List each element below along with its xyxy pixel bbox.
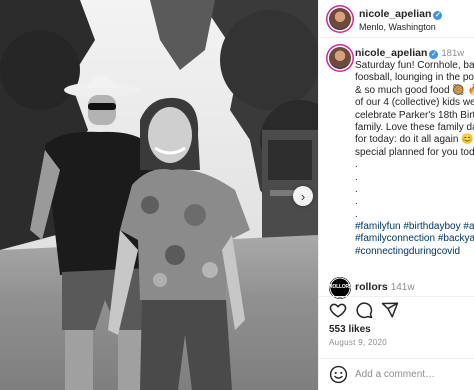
add-comment-bar [319,358,474,389]
caption-line: Saturday fun! Cornhole, badm [355,60,474,71]
caption-line: foosball, lounging in the pool [355,72,474,84]
caption-line: of our 4 (collective) kids were [355,97,474,109]
caption-age[interactable]: 181w [441,48,464,59]
hashtag-line[interactable]: #familyfun #birthdayboy #alc [355,221,474,233]
verified-badge-icon: ✓ [433,11,443,20]
caption-avatar[interactable] [329,47,351,69]
hashtag-line[interactable]: #connectingduringcovid [355,246,474,258]
commenter-avatar-text: ROLLORS [329,284,351,290]
next-photo-button[interactable]: › [293,186,313,206]
post-photo[interactable]: › [0,0,318,390]
author-avatar[interactable] [329,8,351,30]
caption-area: nicole_apelian ✓ 181w Saturday fun! Cornho… [319,39,474,271]
comment-text: rollors 141w [355,281,415,293]
caption-dot: . [355,171,358,183]
caption-line: family. Love these family days [355,121,474,133]
caption-line: special planned for you today [355,146,474,158]
caption-dot: . [355,196,358,208]
caption-dot: . [355,183,358,195]
post-header: nicole_apelian ✓ Menlo, Washington [319,0,474,38]
hashtag-line[interactable]: #familyconnection #backyard [355,233,474,245]
caption-line: for today: do it all again 😊 . A [355,134,474,146]
post-location[interactable]: Menlo, Washington [359,22,436,32]
post-sidebar: nicole_apelian ✓ Menlo, Washington nicole… [318,0,474,390]
caption-dot: . [355,208,358,220]
like-count[interactable]: 553 likes [329,324,371,335]
comment-icon[interactable] [355,301,373,319]
share-icon[interactable] [381,301,399,319]
verified-badge-icon: ✓ [429,50,439,59]
caption-username[interactable]: nicole_apelian [355,47,427,59]
comment-row: ROLLORS rollors 141w [319,274,474,299]
post-actions: 553 likes August 9, 2020 [319,296,474,388]
author-username-row: nicole_apelian ✓ [359,8,443,20]
post-photo-image [0,0,318,390]
caption-dot: . [355,159,358,171]
caption-text: Saturday fun! Cornhole, badm foosball, l… [355,60,474,258]
author-username[interactable]: nicole_apelian [359,8,431,20]
caption-line: celebrate Parker's 18th Birthd [355,109,474,121]
post-date[interactable]: August 9, 2020 [329,338,387,347]
caption-line: & so much good food 🥘 🔥 [355,84,474,96]
add-comment-input[interactable] [355,367,471,382]
comment-age[interactable]: 141w [391,282,415,293]
caption-header: nicole_apelian ✓ 181w [355,47,464,59]
heart-icon[interactable] [329,301,347,319]
commenter-username[interactable]: rollors [355,281,388,293]
chevron-right-icon: › [300,188,306,204]
emoji-icon[interactable] [329,365,348,384]
